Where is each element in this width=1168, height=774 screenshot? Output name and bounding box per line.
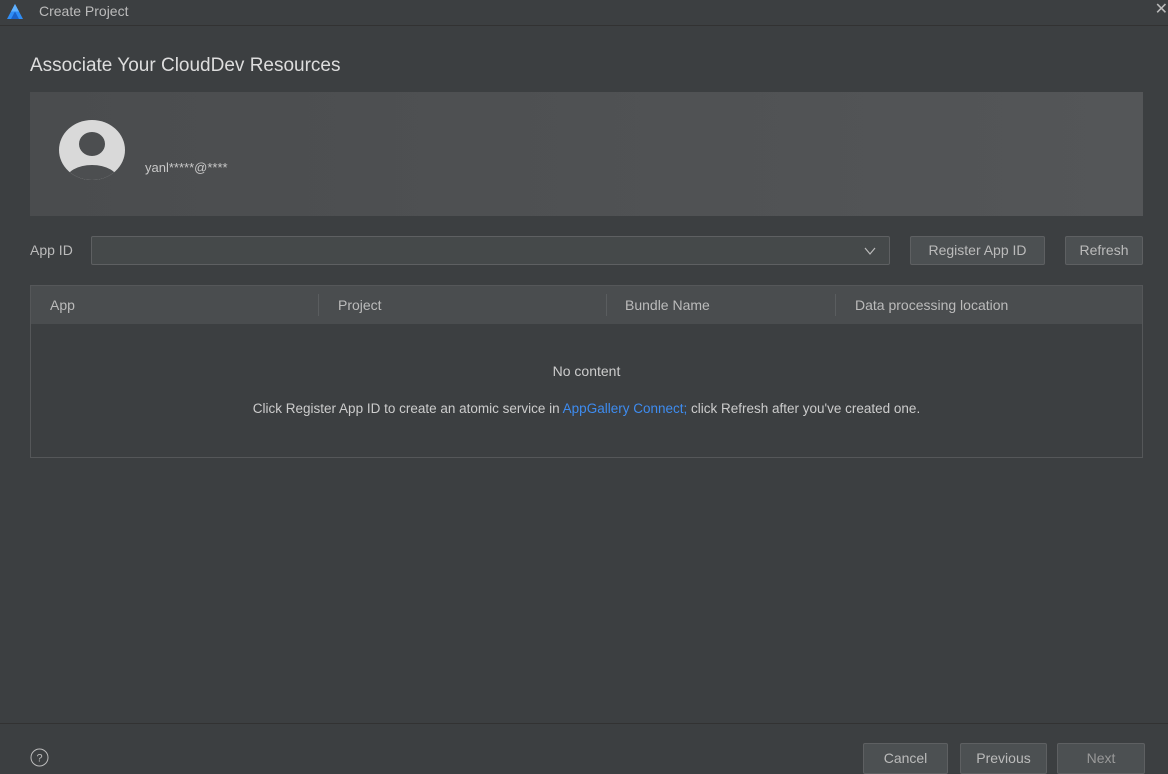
column-divider [318, 294, 319, 316]
close-icon[interactable]: ✕ [1152, 0, 1168, 22]
column-header-data-processing-location[interactable]: Data processing location [855, 286, 1008, 324]
help-icon[interactable]: ? [30, 748, 49, 767]
empty-state-hint: Click Register App ID to create an atomi… [31, 401, 1142, 416]
previous-button[interactable]: Previous [960, 743, 1047, 774]
column-header-bundle-name[interactable]: Bundle Name [625, 286, 710, 324]
app-id-label: App ID [30, 242, 73, 258]
empty-state-title: No content [552, 363, 621, 379]
create-project-dialog: Create Project ✕ Associate Your CloudDev… [0, 0, 1168, 774]
table-header: App Project Bundle Name Data processing … [31, 286, 1142, 324]
window-title: Create Project [39, 3, 129, 19]
deveco-logo-icon [7, 4, 23, 19]
column-header-app[interactable]: App [50, 286, 75, 324]
account-email: yanl*****@**** [145, 160, 228, 175]
cancel-button[interactable]: Cancel [863, 743, 948, 774]
svg-text:?: ? [36, 753, 42, 765]
column-divider [606, 294, 607, 316]
column-header-project[interactable]: Project [338, 286, 382, 324]
title-bar: Create Project ✕ [0, 0, 1168, 26]
appgallery-connect-link[interactable]: AppGallery Connect; [563, 401, 688, 416]
register-app-id-button[interactable]: Register App ID [910, 236, 1045, 265]
empty-hint-text-before: Click Register App ID to create an atomi… [252, 401, 563, 416]
footer-divider [0, 723, 1168, 724]
chevron-down-icon [864, 247, 876, 255]
avatar-icon [59, 120, 125, 180]
next-button[interactable]: Next [1057, 743, 1145, 774]
page-title: Associate Your CloudDev Resources [30, 55, 341, 76]
app-table: App Project Bundle Name Data processing … [30, 285, 1143, 458]
empty-hint-text-after: click Refresh after you've created one. [687, 401, 921, 416]
refresh-button[interactable]: Refresh [1065, 236, 1143, 265]
column-divider [835, 294, 836, 316]
account-card: yanl*****@**** [30, 92, 1143, 216]
app-id-dropdown[interactable] [91, 236, 890, 265]
